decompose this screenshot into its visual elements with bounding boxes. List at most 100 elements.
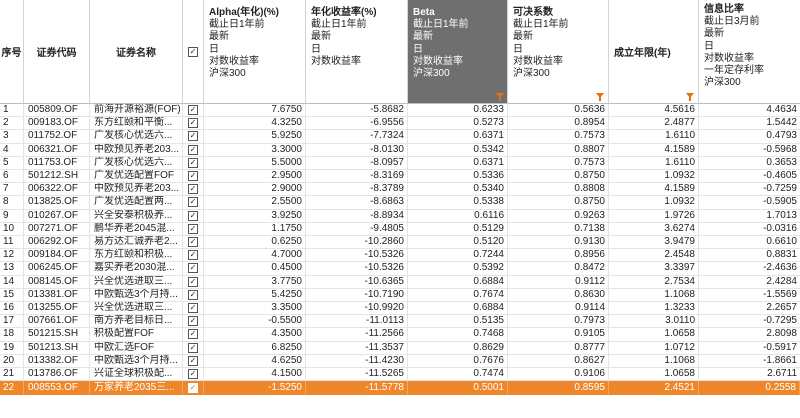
checkbox-icon[interactable]: ✓ <box>188 131 198 142</box>
row-select[interactable]: ✓ <box>183 354 204 367</box>
alpha-value: -0.5500 <box>204 315 306 328</box>
table-row[interactable]: 9 010267.OF 兴全安泰积极养... ✓ 3.9250 -8.8934 0.6116… <box>0 209 800 223</box>
checkbox-icon[interactable]: ✓ <box>188 303 198 314</box>
header-beta[interactable]: Beta 截止日1年前 最新 日 对数收益率 沪深300 <box>408 0 508 104</box>
checkbox-icon[interactable]: ✓ <box>188 355 198 366</box>
checkbox-icon[interactable]: ✓ <box>188 223 198 234</box>
header-name[interactable]: 证券名称 <box>90 0 183 104</box>
checkbox-icon[interactable]: ✓ <box>188 197 198 208</box>
header-name-label: 证券名称 <box>116 48 156 59</box>
table-row[interactable]: 10 007271.OF 鹏华养老2045混... ✓ 1.1750 -9.4805 0.5… <box>0 222 800 236</box>
beta-value: 0.5338 <box>408 196 508 209</box>
table-row[interactable]: 6 501212.SH 广发优选配置FOF ✓ 2.9500 -8.3169 0.5336 0… <box>0 170 800 184</box>
security-name: 易方达汇诚养老2... <box>90 236 183 249</box>
table-row[interactable]: 17 007661.OF 南方养老目标日... ✓ -0.5500 -11.0113 0.5… <box>0 315 800 329</box>
founded-years-value: 1.3233 <box>609 302 699 315</box>
r-squared-value: 0.9112 <box>508 275 609 288</box>
checkbox-icon[interactable]: ✓ <box>188 263 198 274</box>
select-all-checkbox-icon[interactable]: ✓ <box>188 46 198 57</box>
alpha-value: 2.9500 <box>204 170 306 183</box>
row-select[interactable]: ✓ <box>183 183 204 196</box>
table-row[interactable]: 8 013825.OF 广发优选配置两... ✓ 2.5500 -8.6863 0.5338… <box>0 196 800 210</box>
checkbox-icon[interactable]: ✓ <box>188 329 198 340</box>
security-name: 积极配置FOF <box>90 328 183 341</box>
checkbox-icon[interactable]: ✓ <box>188 105 198 116</box>
row-select[interactable]: ✓ <box>183 381 204 396</box>
table-row[interactable]: 15 013381.OF 中欧甄选3个月持... ✓ 5.4250 -10.7190 0.7… <box>0 288 800 302</box>
table-row[interactable]: 19 501213.SH 中欧汇选FOF ✓ 6.8250 -11.3537 0.8629 0… <box>0 341 800 355</box>
checkbox-icon[interactable]: ✓ <box>188 276 198 287</box>
r-squared-filter-icon[interactable] <box>596 93 604 101</box>
row-select[interactable]: ✓ <box>183 288 204 301</box>
header-annual-return[interactable]: 年化收益率(%) 截止日1年前 最新 日 对数收益率 <box>306 0 408 104</box>
beta-value: 0.5120 <box>408 236 508 249</box>
security-name: 东方红颐和平衡... <box>90 117 183 130</box>
row-select[interactable]: ✓ <box>183 249 204 262</box>
table-row[interactable]: 21 013786.OF 兴证全球积极配... ✓ 4.1500 -11.5265 0.74… <box>0 368 800 382</box>
row-select[interactable]: ✓ <box>183 143 204 156</box>
table-row[interactable]: 1 005809.OF 前海开源裕源(FOF) ✓ 7.6750 -5.8682 0.623… <box>0 104 800 118</box>
row-select[interactable]: ✓ <box>183 275 204 288</box>
security-name: 兴全安泰积极养... <box>90 209 183 222</box>
header-founded-years[interactable]: 成立年限(年) <box>609 0 699 104</box>
table-row[interactable]: 5 011753.OF 广发核心优选六... ✓ 5.5000 -8.0957 0.6371… <box>0 156 800 170</box>
header-r-squared[interactable]: 可决系数 截止日1年前 最新 日 对数收益率 沪深300 <box>508 0 609 104</box>
table-row[interactable]: 3 011752.OF 广发核心优选六... ✓ 5.9250 -7.7324 0.6371… <box>0 130 800 144</box>
header-info-ratio[interactable]: 信息比率 截止日3月前 最新 日 对数收益率 一年定存利率 沪深300 <box>699 0 800 104</box>
checkbox-icon[interactable]: ✓ <box>188 237 198 248</box>
table-row[interactable]: 16 013255.OF 兴全优选进取三... ✓ 3.3500 -10.9920 0.68… <box>0 302 800 316</box>
row-select[interactable]: ✓ <box>183 170 204 183</box>
checkbox-icon[interactable]: ✓ <box>188 342 198 353</box>
table-row[interactable]: 20 013382.OF 中欧甄选3个月持... ✓ 4.6250 -11.4230 0.7… <box>0 354 800 368</box>
table-row[interactable]: 7 006322.OF 中欧预见养老203... ✓ 2.9000 -8.3789 0.53… <box>0 183 800 197</box>
beta-filter-icon[interactable] <box>496 93 504 101</box>
checkbox-icon[interactable]: ✓ <box>188 210 198 221</box>
row-index: 19 <box>0 341 24 354</box>
header-select-all[interactable]: ✓ <box>183 0 204 104</box>
header-idx[interactable]: 序号 <box>0 0 24 104</box>
row-select[interactable]: ✓ <box>183 262 204 275</box>
checkbox-icon[interactable]: ✓ <box>188 184 198 195</box>
row-select[interactable]: ✓ <box>183 236 204 249</box>
row-select[interactable]: ✓ <box>183 196 204 209</box>
checkbox-icon[interactable]: ✓ <box>188 157 198 168</box>
checkbox-icon[interactable]: ✓ <box>188 118 198 129</box>
founded-years-value: 1.9726 <box>609 209 699 222</box>
checkbox-icon[interactable]: ✓ <box>188 144 198 155</box>
checkbox-icon[interactable]: ✓ <box>188 369 198 380</box>
founded-years-filter-icon[interactable] <box>686 93 694 101</box>
table-row[interactable]: 22 008553.OF 万家养老2035三... ✓ -1.5250 -11.5778 0… <box>0 381 800 396</box>
row-select[interactable]: ✓ <box>183 341 204 354</box>
table-row[interactable]: 12 009184.OF 东方红颐和积极... ✓ 4.7000 -10.5326 0.72… <box>0 249 800 263</box>
r-squared-value: 0.5636 <box>508 104 609 117</box>
checkbox-icon[interactable]: ✓ <box>188 289 198 300</box>
checkbox-icon[interactable]: ✓ <box>188 171 198 182</box>
row-select[interactable]: ✓ <box>183 130 204 143</box>
header-alpha[interactable]: Alpha(年化)(%) 截止日1年前 最新 日 对数收益率 沪深300 <box>204 0 306 104</box>
row-select[interactable]: ✓ <box>183 368 204 381</box>
table-row[interactable]: 14 008145.OF 兴全优选进取三... ✓ 3.7750 -10.6365 0.68… <box>0 275 800 289</box>
checkbox-icon[interactable]: ✓ <box>188 250 198 261</box>
row-select[interactable]: ✓ <box>183 117 204 130</box>
row-select[interactable]: ✓ <box>183 315 204 328</box>
alpha-value: 2.5500 <box>204 196 306 209</box>
beta-value: 0.7674 <box>408 288 508 301</box>
checkbox-icon[interactable]: ✓ <box>188 383 198 394</box>
row-select[interactable]: ✓ <box>183 302 204 315</box>
row-select[interactable]: ✓ <box>183 209 204 222</box>
security-code: 013382.OF <box>24 354 90 367</box>
table-row[interactable]: 2 009183.OF 东方红颐和平衡... ✓ 4.3250 -6.9556 0.5273… <box>0 117 800 131</box>
row-select[interactable]: ✓ <box>183 156 204 169</box>
row-index: 6 <box>0 170 24 183</box>
table-row[interactable]: 11 006292.OF 易方达汇诚养老2... ✓ 0.6250 -10.2860 0.5… <box>0 236 800 250</box>
row-select[interactable]: ✓ <box>183 222 204 235</box>
table-row[interactable]: 18 501215.SH 积极配置FOF ✓ 4.3500 -11.2566 0.7468 0… <box>0 328 800 342</box>
table-row[interactable]: 13 006245.OF 嘉实养老2030混... ✓ 0.4500 -10.5326 0.… <box>0 262 800 276</box>
table-row[interactable]: 4 006321.OF 中欧预见养老203... ✓ 3.3000 -8.0130 0.53… <box>0 143 800 157</box>
row-select[interactable]: ✓ <box>183 104 204 117</box>
header-code[interactable]: 证券代码 <box>24 0 90 104</box>
row-select[interactable]: ✓ <box>183 328 204 341</box>
checkbox-icon[interactable]: ✓ <box>188 316 198 327</box>
security-code: 006292.OF <box>24 236 90 249</box>
beta-value: 0.7474 <box>408 368 508 381</box>
